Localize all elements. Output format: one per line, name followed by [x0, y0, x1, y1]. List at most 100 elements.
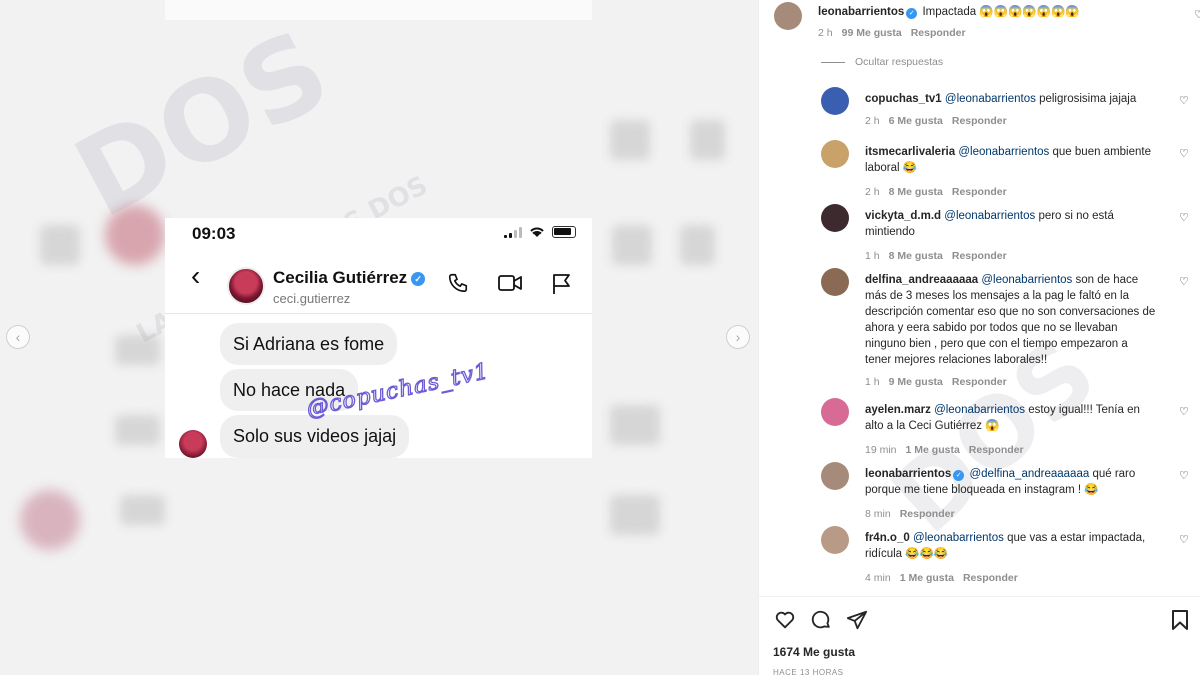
likes-count[interactable]: 1674 Me gusta: [773, 645, 855, 659]
comment-time: 2 h: [818, 27, 833, 39]
sender-avatar: [179, 430, 207, 458]
comments-panel: DOS leonabarrientos ✓ Impactada 😱😱😱😱😱😱😱 2…: [758, 0, 1200, 677]
heart-icon[interactable]: ♡: [1179, 532, 1189, 548]
post-time: HACE 13 HORAS: [773, 668, 844, 677]
comment-username[interactable]: copuchas_tv1: [865, 93, 942, 105]
clock: 09:03: [192, 224, 236, 243]
back-arrow-icon[interactable]: ‹: [191, 260, 200, 292]
avatar[interactable]: [821, 204, 849, 232]
avatar[interactable]: [821, 462, 849, 490]
reply-button[interactable]: Responder: [969, 444, 1024, 456]
blurred-shape: [690, 120, 725, 160]
comment-username[interactable]: leonabarrientos: [818, 6, 904, 18]
comment-likes[interactable]: 6 Me gusta: [889, 115, 943, 127]
phone-icon[interactable]: [447, 272, 469, 294]
message-bubble: Solo sus videos jajaj: [220, 415, 410, 458]
avatar[interactable]: [821, 140, 849, 168]
contact-handle: ceci.gutierrez: [273, 291, 351, 306]
avatar[interactable]: [821, 526, 849, 554]
heart-icon[interactable]: ♡: [1179, 468, 1189, 484]
blurred-shape: [40, 225, 80, 265]
reply-button[interactable]: Responder: [952, 250, 1007, 262]
message-bubble: Si Adriana es fome: [220, 323, 398, 365]
top-strip: [165, 0, 592, 20]
comment-likes[interactable]: 99 Me gusta: [842, 27, 902, 39]
battery-icon: [552, 226, 576, 238]
comment-time: 4 min: [865, 572, 891, 584]
verified-badge-icon: ✓: [953, 470, 965, 481]
blurred-shape: [610, 120, 650, 160]
comment-likes[interactable]: 1 Me gusta: [900, 572, 954, 584]
mention-link[interactable]: @delfina_andreaaaaaa: [969, 468, 1089, 480]
heart-icon[interactable]: ♡: [1179, 93, 1189, 109]
status-icons: [504, 226, 576, 238]
blurred-shape: [115, 415, 160, 445]
post-media: DOS LA RADIO DE LOS DOS 09:03 ‹ Cecilia …: [0, 0, 758, 675]
video-icon[interactable]: [497, 272, 523, 294]
comment-username[interactable]: delfina_andreaaaaaa: [865, 274, 978, 286]
blurred-shape: [680, 225, 715, 265]
signal-icon: [504, 226, 522, 238]
flag-icon[interactable]: [550, 272, 572, 296]
phone-screenshot: 09:03 ‹ Cecilia Gutiérrez ✓ ceci.gutierre…: [165, 218, 592, 458]
contact-name: Cecilia Gutiérrez ✓: [273, 268, 426, 288]
comment-username[interactable]: itsmecarlivaleria: [865, 146, 955, 158]
comment-icon[interactable]: [810, 609, 832, 631]
mention-link[interactable]: @leonabarrientos: [945, 93, 1036, 105]
reply-comment: fr4n.o_0 @leonabarrientos que vas a esta…: [821, 526, 1200, 584]
divider-line: [821, 61, 845, 63]
comment-username[interactable]: vickyta_d.m.d: [865, 210, 941, 222]
next-arrow-icon[interactable]: ›: [726, 325, 750, 349]
comment-text: peligrosisima jajaja: [1039, 93, 1137, 105]
reply-button[interactable]: Responder: [952, 186, 1007, 198]
reply-button[interactable]: Responder: [911, 27, 966, 39]
hide-replies-button[interactable]: Ocultar respuestas: [821, 56, 943, 68]
heart-icon[interactable]: ♡: [1179, 210, 1189, 226]
reply-comment: ayelen.marz @leonabarrientos estoy igual…: [821, 398, 1200, 456]
comment-time: 8 min: [865, 508, 891, 520]
previous-arrow-icon[interactable]: ‹: [6, 325, 30, 349]
contact-avatar: [227, 267, 265, 305]
reply-button[interactable]: Responder: [900, 508, 955, 520]
comment-likes[interactable]: 1 Me gusta: [906, 444, 960, 456]
avatar[interactable]: [821, 87, 849, 115]
status-bar: 09:03: [165, 218, 592, 248]
mention-link[interactable]: @leonabarrientos: [913, 532, 1004, 544]
share-icon[interactable]: [846, 609, 868, 631]
heart-icon[interactable]: ♡: [1194, 7, 1200, 23]
comment-likes[interactable]: 8 Me gusta: [889, 186, 943, 198]
reply-button[interactable]: Responder: [952, 376, 1007, 388]
reply-button[interactable]: Responder: [963, 572, 1018, 584]
mention-link[interactable]: @leonabarrientos: [981, 274, 1072, 286]
reply-comment: itsmecarlivaleria @leonabarrientos que b…: [821, 140, 1200, 198]
avatar[interactable]: [821, 268, 849, 296]
heart-icon[interactable]: ♡: [1179, 146, 1189, 162]
mention-link[interactable]: @leonabarrientos: [934, 404, 1025, 416]
comment-text: Impactada 😱😱😱😱😱😱😱: [922, 6, 1080, 18]
comment-time: 2 h: [865, 115, 880, 127]
blurred-shape: [120, 495, 165, 525]
like-heart-icon[interactable]: [774, 609, 796, 631]
comment-likes[interactable]: 9 Me gusta: [889, 376, 943, 388]
avatar[interactable]: [774, 2, 802, 30]
reply-comment: leonabarrientos ✓ @delfina_andreaaaaaa qu…: [821, 462, 1200, 520]
comment-username[interactable]: ayelen.marz: [865, 404, 931, 416]
mention-link[interactable]: @leonabarrientos: [944, 210, 1035, 222]
avatar[interactable]: [821, 398, 849, 426]
hide-replies-label: Ocultar respuestas: [855, 56, 944, 68]
comment-text: son de hace más de 3 meses los mensajes …: [865, 274, 1156, 366]
reply-button[interactable]: Responder: [952, 115, 1007, 127]
comment-username[interactable]: leonabarrientos: [865, 468, 951, 480]
heart-icon[interactable]: ♡: [1179, 404, 1189, 420]
action-bar: 1674 Me gusta HACE 13 HORAS: [759, 596, 1200, 677]
bookmark-icon[interactable]: [1170, 609, 1190, 631]
heart-icon[interactable]: ♡: [1179, 274, 1189, 290]
mention-link[interactable]: @leonabarrientos: [958, 146, 1049, 158]
blurred-shape: [20, 490, 80, 550]
comment-username[interactable]: fr4n.o_0: [865, 532, 910, 544]
blurred-shape: [610, 405, 660, 445]
comment-likes[interactable]: 8 Me gusta: [889, 250, 943, 262]
main-comment: leonabarrientos ✓ Impactada 😱😱😱😱😱😱😱 2 h 99…: [774, 2, 1200, 42]
comment-time: 1 h: [865, 250, 880, 262]
comment-time: 2 h: [865, 186, 880, 198]
